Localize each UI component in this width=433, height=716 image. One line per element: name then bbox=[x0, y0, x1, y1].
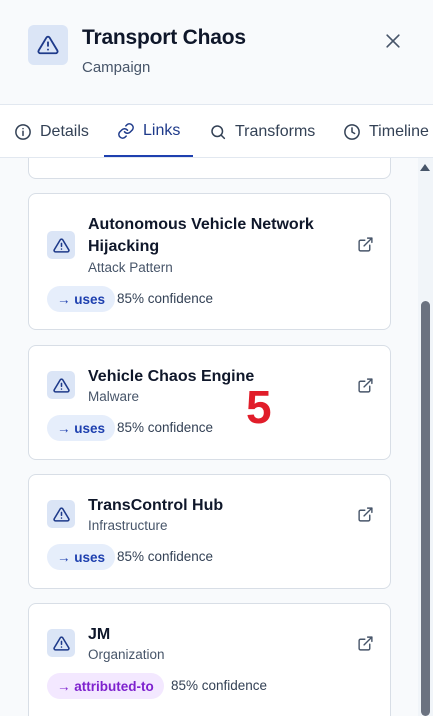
link-type: Attack Pattern bbox=[88, 260, 173, 275]
tab-bar: Details Links Transforms Timeline bbox=[0, 106, 433, 158]
info-icon bbox=[15, 123, 31, 140]
search-icon bbox=[211, 124, 226, 139]
open-link-button[interactable] bbox=[355, 504, 375, 524]
external-link-icon bbox=[357, 236, 373, 252]
relation-badge[interactable]: → uses bbox=[47, 544, 116, 570]
tab-links[interactable]: Links bbox=[104, 106, 194, 157]
relation-badge[interactable]: → attributed-to bbox=[47, 673, 164, 699]
link-type: Infrastructure bbox=[88, 518, 168, 533]
relation-badge[interactable]: → uses bbox=[47, 415, 116, 441]
confidence-label: 85% confidence bbox=[117, 549, 214, 564]
confidence-label: 85% confidence bbox=[117, 420, 214, 435]
link-icon bbox=[118, 122, 134, 139]
warning-icon bbox=[47, 629, 75, 657]
open-link-button[interactable] bbox=[355, 234, 375, 254]
link-card bbox=[28, 158, 391, 179]
tab-transforms[interactable]: Transforms bbox=[209, 106, 315, 157]
annotation-marker: 5 bbox=[246, 381, 272, 433]
link-title: TransControl Hub bbox=[88, 497, 224, 514]
link-card[interactable]: Vehicle Chaos Engine Malware → uses 85% … bbox=[28, 345, 391, 460]
link-title: Autonomous Vehicle Network Hijacking bbox=[88, 216, 314, 255]
link-card[interactable]: JM Organization → attributed-to 85% conf… bbox=[28, 603, 391, 716]
confidence-label: 85% confidence bbox=[117, 291, 214, 306]
tab-label: Timeline bbox=[369, 122, 429, 140]
close-button[interactable] bbox=[380, 28, 406, 54]
panel-title: Transport Chaos bbox=[82, 26, 246, 49]
warning-icon bbox=[47, 371, 75, 399]
link-card[interactable]: Autonomous Vehicle Network Hijacking Att… bbox=[28, 193, 391, 330]
tab-details[interactable]: Details bbox=[14, 106, 89, 157]
tab-label: Transforms bbox=[235, 122, 316, 140]
relation-badge[interactable]: → uses bbox=[47, 286, 116, 312]
link-title: Vehicle Chaos Engine bbox=[88, 368, 255, 385]
panel-subtitle: Campaign bbox=[82, 59, 151, 76]
warning-icon bbox=[47, 231, 75, 259]
tab-label: Details bbox=[40, 122, 89, 140]
external-link-icon bbox=[357, 635, 373, 651]
external-link-icon bbox=[357, 377, 373, 393]
external-link-icon bbox=[357, 506, 373, 522]
scrollbar-thumb[interactable] bbox=[421, 301, 430, 716]
link-card[interactable]: TransControl Hub Infrastructure → uses 8… bbox=[28, 474, 391, 589]
confidence-label: 85% confidence bbox=[171, 678, 268, 693]
tab-timeline[interactable]: Timeline bbox=[343, 106, 429, 157]
tab-label: Links bbox=[143, 121, 181, 139]
link-type: Organization bbox=[88, 647, 165, 662]
warning-icon bbox=[47, 500, 75, 528]
link-type: Malware bbox=[88, 389, 140, 404]
scroll-up-arrow-icon[interactable] bbox=[420, 164, 430, 171]
link-title: JM bbox=[88, 626, 111, 643]
close-icon bbox=[386, 34, 400, 48]
open-link-button[interactable] bbox=[355, 375, 375, 395]
warning-icon bbox=[28, 25, 68, 65]
panel-header: Transport Chaos Campaign bbox=[0, 0, 433, 105]
open-link-button[interactable] bbox=[355, 633, 375, 653]
links-list[interactable]: Autonomous Vehicle Network Hijacking Att… bbox=[0, 158, 418, 716]
clock-icon bbox=[344, 123, 360, 140]
scrollbar[interactable] bbox=[418, 158, 433, 716]
